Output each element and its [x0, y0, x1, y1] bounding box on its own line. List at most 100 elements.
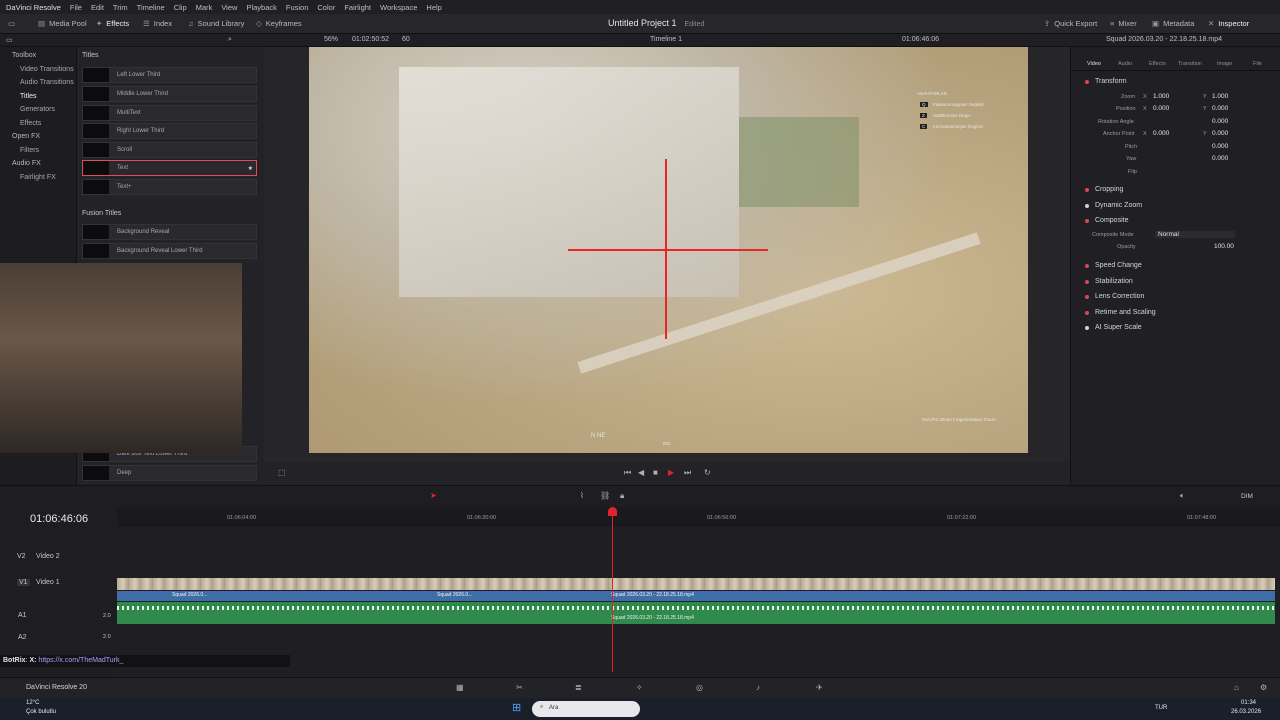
rotation-field[interactable]: 0.000 [1212, 118, 1228, 125]
tree-generators[interactable]: Generators [0, 103, 76, 117]
viewer-options-icon[interactable]: ⬚ [278, 469, 286, 477]
volume-icon[interactable]: 🔈︎ [1180, 492, 1185, 500]
effects-button[interactable]: ✦ Effects [96, 19, 129, 28]
track-a1-label[interactable]: A1 [18, 612, 27, 619]
fusion-title-item[interactable]: Deep [82, 465, 257, 481]
menu-file[interactable]: File [70, 3, 82, 12]
chat-link[interactable]: https://x.com/TheMadTurk_ [38, 657, 123, 664]
track-a2-label[interactable]: A2 [18, 634, 27, 641]
tab-image[interactable]: Image [1217, 61, 1232, 67]
tab-audio[interactable]: Audio [1118, 61, 1132, 67]
video-clips-thumbnails[interactable] [117, 578, 1275, 590]
loop-icon[interactable]: ↻ [704, 469, 711, 477]
clock-time[interactable]: 01:34 [1241, 700, 1256, 706]
tab-transition[interactable]: Transition [1178, 61, 1202, 67]
section-cropping[interactable]: Cropping [1071, 183, 1280, 197]
tree-filters[interactable]: Filters [0, 144, 76, 158]
pitch-field[interactable]: 0.000 [1212, 143, 1228, 150]
tab-effects[interactable]: Effects [1149, 61, 1166, 67]
skip-end-icon[interactable]: ⏭ [684, 469, 691, 477]
menu-playback[interactable]: Playback [246, 3, 276, 12]
media-page-icon[interactable]: ▦ [456, 684, 464, 692]
menu-fairlight[interactable]: Fairlight [344, 3, 371, 12]
media-pool-button[interactable]: ▤ Media Pool [38, 19, 87, 28]
color-page-icon[interactable]: ◎ [696, 684, 703, 692]
composite-mode-select[interactable]: Normal [1155, 231, 1235, 238]
panel-toggle-icon[interactable]: ▭ [8, 19, 19, 28]
playhead[interactable] [612, 510, 613, 672]
keyframes-button[interactable]: ◇ Keyframes [256, 19, 302, 28]
section-composite[interactable]: Composite [1071, 214, 1280, 228]
index-button[interactable]: ☰ Index [143, 19, 172, 28]
tree-effects[interactable]: Effects [0, 117, 76, 131]
link-icon[interactable]: ⛓ [600, 492, 610, 500]
tree-video-transitions[interactable]: Video Transitions [0, 63, 76, 77]
quick-export-button[interactable]: ⇪ Quick Export [1044, 19, 1097, 28]
section-lens-correction[interactable]: Lens Correction [1071, 290, 1280, 304]
tab-video[interactable]: Video [1087, 61, 1101, 67]
yaw-field[interactable]: 0.000 [1212, 155, 1228, 162]
taskbar-search-box[interactable]: ⌕ Ara [532, 701, 640, 717]
deliver-page-icon[interactable]: ✈ [816, 684, 823, 692]
audio-clip[interactable]: Squad 2026.03.20 - 22.18.25.18.mp4 [117, 602, 1275, 624]
section-transform[interactable]: Transform [1071, 75, 1280, 89]
menu-color[interactable]: Color [317, 3, 335, 12]
tree-audio-fx[interactable]: Audio FX [0, 157, 76, 171]
video-clip-label-bar[interactable]: Squad 2026.0... Squad 2026.0... Squad 20… [117, 591, 1275, 601]
title-item[interactable]: Text+ [82, 179, 257, 195]
opacity-field[interactable]: 100.00 [1214, 243, 1234, 250]
cut-page-icon[interactable]: ✂ [516, 684, 523, 692]
video-frame[interactable]: ANAHTARLAR Q Fakesunmogmez Degistir Z Sa… [309, 47, 1028, 453]
menu-clip[interactable]: Clip [174, 3, 187, 12]
title-item[interactable]: Left Lower Third [82, 67, 257, 83]
tree-titles[interactable]: Titles [0, 90, 76, 104]
track-v1-label[interactable]: V1 [17, 579, 30, 586]
lock-icon[interactable]: 🔒︎ [620, 492, 624, 500]
fusion-page-icon[interactable]: ✧ [636, 684, 643, 692]
language-indicator[interactable]: TUR [1155, 705, 1167, 711]
title-item[interactable]: Scroll [82, 142, 257, 158]
windows-start-icon[interactable]: ⊞ [512, 703, 521, 714]
title-item-selected[interactable]: Text ★ [82, 160, 257, 176]
title-item[interactable]: MultiText [82, 105, 257, 121]
dim-button[interactable]: DIM [1241, 493, 1253, 500]
anchor-x-field[interactable]: 0.000 [1153, 130, 1169, 137]
home-icon[interactable]: ⌂ [1234, 684, 1239, 692]
tree-fairlight-fx[interactable]: Fairlight FX [0, 171, 76, 185]
menu-view[interactable]: View [221, 3, 237, 12]
edit-page-icon[interactable]: ≣ [575, 684, 582, 692]
settings-gear-icon[interactable]: ⚙ [1260, 684, 1267, 692]
inspector-button[interactable]: ✕ Inspector [1208, 19, 1249, 28]
clock-date[interactable]: 26.03.2026 [1231, 709, 1261, 715]
section-speed-change[interactable]: Speed Change [1071, 259, 1280, 273]
sound-library-button[interactable]: ♫ Sound Library [188, 19, 244, 28]
menu-help[interactable]: Help [426, 3, 441, 12]
timeline-name[interactable]: Timeline 1 [650, 36, 682, 43]
zoom-y-field[interactable]: 1.000 [1212, 93, 1228, 100]
favorite-star-icon[interactable]: ★ [248, 165, 253, 172]
skip-start-icon[interactable]: ⏮ [624, 469, 631, 477]
fusion-title-item[interactable]: Background Reveal Lower Third [82, 243, 257, 259]
menu-workspace[interactable]: Workspace [380, 3, 417, 12]
menu-fusion[interactable]: Fusion [286, 3, 309, 12]
select-tool-icon[interactable]: ➤ [430, 492, 437, 500]
title-item[interactable]: Middle Lower Third [82, 86, 257, 102]
tree-toolbox[interactable]: Toolbox [0, 49, 76, 63]
play-reverse-icon[interactable]: ◀ [638, 469, 644, 477]
menu-timeline[interactable]: Timeline [137, 3, 165, 12]
tab-file[interactable]: File [1253, 61, 1262, 67]
menu-trim[interactable]: Trim [113, 3, 128, 12]
play-icon[interactable]: ▶ [668, 469, 674, 477]
section-stabilization[interactable]: Stabilization [1071, 275, 1280, 289]
title-item[interactable]: Right Lower Third [82, 123, 257, 139]
section-dynamic-zoom[interactable]: Dynamic Zoom [1071, 199, 1280, 213]
anchor-y-field[interactable]: 0.000 [1212, 130, 1228, 137]
fairlight-page-icon[interactable]: ♪ [756, 684, 760, 692]
metadata-button[interactable]: ▣ Metadata [1152, 19, 1194, 28]
sidebar-icon[interactable]: ▭ [6, 36, 13, 44]
stop-icon[interactable]: ■ [653, 469, 658, 477]
tree-open-fx[interactable]: Open FX [0, 130, 76, 144]
section-retime[interactable]: Retime and Scaling [1071, 306, 1280, 320]
position-y-field[interactable]: 0.000 [1212, 105, 1228, 112]
menu-mark[interactable]: Mark [196, 3, 213, 12]
